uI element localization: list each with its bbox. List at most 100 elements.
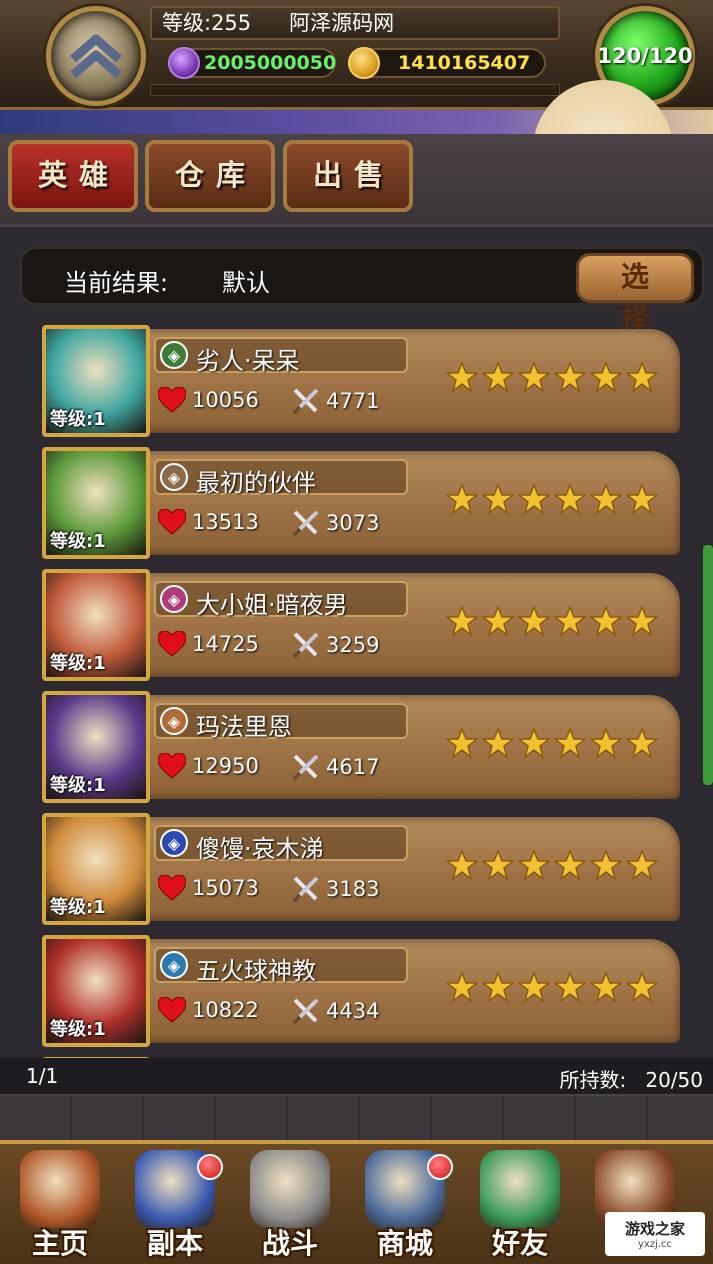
hero-class-icon: ◈	[160, 341, 188, 369]
rank-up-button[interactable]	[46, 6, 146, 106]
hero-level-value: 1	[93, 531, 106, 552]
coin-value: 1410165407	[398, 52, 531, 74]
hero-level-value: 1	[93, 1019, 106, 1040]
bottom-nav: 好友 商城 战斗 副本 主页 游戏之家 yxzj.cc	[0, 1140, 713, 1264]
star-icon	[446, 849, 478, 881]
nav-item[interactable]: 战斗	[234, 1144, 346, 1264]
tab-heroes[interactable]: 英雄	[8, 140, 138, 212]
hero-stars	[446, 727, 658, 759]
star-icon	[626, 361, 658, 393]
gem-counter[interactable]: 2005000050	[168, 47, 337, 79]
tab-sell[interactable]: 出售	[283, 140, 413, 212]
hero-level: 等级:1	[50, 649, 106, 675]
hero-hp: 10056	[158, 387, 259, 413]
hero-name-bar: ◈ 大小姐·暗夜男	[154, 581, 408, 619]
hero-portrait[interactable]: 等级:1	[42, 813, 150, 925]
hero-card[interactable]: 等级:1 ◈ 大小姐·暗夜男 14725 3259	[42, 569, 682, 681]
attack-value: 4434	[326, 999, 380, 1023]
hero-attack: 4771	[292, 387, 379, 415]
hero-portrait[interactable]: 等级:1	[42, 691, 150, 803]
hero-card[interactable]: 等级:1 ◈ 五火球神教 10822 4434	[42, 935, 682, 1047]
hero-portrait[interactable]: 等级:1	[42, 569, 150, 681]
hero-portrait[interactable]: 等级:1	[42, 325, 150, 437]
hero-attack: 4434	[292, 997, 379, 1025]
player-level: 等级:255	[162, 11, 252, 35]
hero-card[interactable]: 等级:1 ◈ 劣人·呆呆 10056 4771	[42, 325, 682, 437]
hero-stars	[446, 361, 658, 393]
scrollbar[interactable]	[703, 545, 713, 785]
page-indicator: 1/1	[26, 1064, 59, 1088]
exp-bar	[150, 84, 560, 96]
nav-item[interactable]: 好友	[464, 1144, 576, 1264]
attack-value: 4617	[326, 755, 380, 779]
nav-item[interactable]: 副本	[119, 1144, 231, 1264]
heart-icon	[158, 631, 186, 657]
heart-icon	[158, 387, 186, 413]
star-icon	[482, 727, 514, 759]
heart-icon	[158, 509, 186, 535]
attack-value: 3183	[326, 877, 380, 901]
star-icon	[518, 361, 550, 393]
nav-label: 副本	[146, 1227, 203, 1260]
hero-stars	[446, 849, 658, 881]
hero-class-icon: ◈	[160, 463, 188, 491]
star-icon	[518, 727, 550, 759]
attack-value: 3073	[326, 511, 380, 535]
star-icon	[554, 605, 586, 637]
hero-class-icon: ◈	[160, 585, 188, 613]
star-icon	[446, 483, 478, 515]
coin-counter[interactable]: 1410165407	[348, 47, 546, 79]
star-icon	[446, 971, 478, 1003]
hero-hp: 13513	[158, 509, 259, 535]
home-icon	[20, 1150, 100, 1228]
hero-level-value: 1	[93, 409, 106, 430]
star-icon	[482, 605, 514, 637]
hero-level-value: 1	[93, 775, 106, 796]
crossed-swords-icon	[292, 754, 319, 781]
hero-class-icon: ◈	[160, 707, 188, 735]
nav-item[interactable]: 商城	[349, 1144, 461, 1264]
heart-icon	[158, 753, 186, 779]
star-icon	[590, 971, 622, 1003]
hero-card[interactable]: 等级:1 ◈ 玛法里恩 12950 4617	[42, 691, 682, 803]
server-name: 阿泽源码网	[289, 11, 395, 35]
nav-item[interactable]: 主页	[4, 1144, 116, 1264]
tab-bar: 英雄 仓库 出售	[0, 134, 713, 224]
star-icon	[626, 605, 658, 637]
gem-icon	[168, 47, 200, 79]
chevron-up-icon	[70, 34, 122, 79]
hp-value: 12950	[192, 754, 259, 778]
star-icon	[590, 727, 622, 759]
crossed-swords-icon	[292, 510, 319, 537]
star-icon	[554, 483, 586, 515]
hero-portrait[interactable]: 等级:1	[42, 447, 150, 559]
star-icon	[590, 849, 622, 881]
battle-icon	[250, 1150, 330, 1228]
star-icon	[482, 361, 514, 393]
hero-card[interactable]: 等级:1 ◈ 最初的伙伴 13513 3073	[42, 447, 682, 559]
hero-hp: 15073	[158, 875, 259, 901]
site-watermark: 游戏之家 yxzj.cc	[605, 1212, 705, 1256]
star-icon	[518, 605, 550, 637]
hero-level-label: 等级:	[50, 775, 94, 796]
hero-name-bar: ◈ 傻馒·哀木涕	[154, 825, 408, 863]
hero-panel: 当前结果: 默认 选 择 等级:1 ◈ 劣人·呆呆 10056 4771 等级:1 ◈ 最初的…	[0, 224, 713, 1094]
tab-storage[interactable]: 仓库	[145, 140, 275, 212]
hero-level-value: 1	[93, 653, 106, 674]
star-icon	[518, 483, 550, 515]
notification-dot	[197, 1154, 223, 1180]
coin-icon	[348, 47, 380, 79]
hero-name: 大小姐·暗夜男	[196, 591, 348, 619]
hero-name-bar: ◈ 最初的伙伴	[154, 459, 408, 497]
gem-value: 2005000050	[204, 52, 337, 74]
hero-portrait[interactable]: 等级:1	[42, 935, 150, 1047]
attack-value: 3259	[326, 633, 380, 657]
hero-list[interactable]: 等级:1 ◈ 劣人·呆呆 10056 4771 等级:1 ◈ 最初的伙伴 13513 3073 等级…	[0, 325, 713, 1065]
heart-icon	[158, 997, 186, 1023]
star-icon	[626, 971, 658, 1003]
hero-level: 等级:1	[50, 527, 106, 553]
hero-level-label: 等级:	[50, 897, 94, 918]
star-icon	[590, 361, 622, 393]
hero-card[interactable]: 等级:1 ◈ 傻馒·哀木涕 15073 3183	[42, 813, 682, 925]
select-button[interactable]: 选 择	[576, 253, 694, 335]
